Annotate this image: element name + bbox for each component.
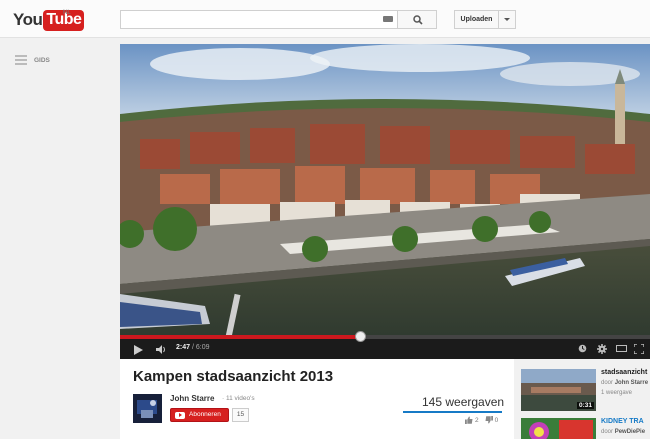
related-views: 1 weergave [601, 390, 633, 396]
channel-video-count[interactable]: · 11 video's [222, 395, 255, 402]
related-channel-name[interactable]: John Starre [615, 380, 648, 386]
fullscreen-icon[interactable] [634, 344, 644, 354]
related-video-item[interactable]: KIDNEY TRA door PewDiePie [521, 418, 650, 439]
region-label: NL [63, 10, 71, 16]
dislike-count: 0 [494, 416, 499, 424]
keyboard-icon[interactable] [383, 16, 393, 22]
video-frame[interactable] [120, 44, 650, 339]
guide-label: GIDS [34, 56, 50, 64]
watch-later-icon[interactable] [578, 344, 587, 353]
subscribe-label: Abonneren [189, 411, 221, 418]
menu-icon [15, 55, 27, 65]
gear-icon[interactable] [597, 344, 607, 354]
related-video-item[interactable]: 0:31 stadsaanzicht door John Starre 1 we… [521, 369, 650, 411]
youtube-play-icon [175, 412, 185, 419]
related-title[interactable]: stadsaanzicht [601, 369, 647, 376]
progress-bar[interactable] [120, 331, 650, 342]
upload-button[interactable]: Uploaden [454, 10, 499, 29]
related-title[interactable]: KIDNEY TRA [601, 418, 644, 425]
avatar-image [133, 394, 162, 423]
video-info-panel: Kampen stadsaanzicht 2013 John Starre · … [120, 359, 514, 439]
video-duration: 0:31 [576, 402, 594, 409]
like-count: 2 [475, 416, 479, 424]
thumbnail-image [521, 418, 596, 439]
like-ratio-bar [403, 411, 502, 413]
related-by-prefix: door [601, 429, 614, 435]
subscriber-count: 15 [232, 408, 249, 422]
logo-you: You [13, 10, 43, 29]
channel-name-link[interactable]: John Starre [170, 394, 214, 403]
related-channel: door PewDiePie [601, 429, 645, 435]
play-icon[interactable] [134, 345, 143, 355]
video-player[interactable]: 2:47 / 6:09 [120, 44, 650, 359]
related-by-prefix: door [601, 380, 614, 386]
masthead: You Tube NL Uploaden [0, 0, 650, 38]
thumbs-down-icon[interactable] [485, 416, 493, 424]
thumbs-up-icon[interactable] [465, 416, 473, 424]
theater-mode-icon[interactable] [616, 344, 627, 353]
search-input[interactable] [120, 10, 397, 29]
video-title: Kampen stadsaanzicht 2013 [133, 368, 334, 385]
volume-icon[interactable] [156, 345, 167, 354]
search-button[interactable] [397, 10, 437, 29]
subscribe-button[interactable]: Abonneren [170, 408, 229, 422]
guide-button[interactable]: GIDS [15, 55, 50, 65]
view-count: 145 weergaven [422, 395, 505, 409]
player-controls: 2:47 / 6:09 [120, 331, 650, 359]
scrubber-handle[interactable] [354, 331, 366, 342]
time-display: 2:47 / 6:09 [176, 344, 209, 351]
related-channel-name[interactable]: PewDiePie [615, 429, 645, 435]
total-time: 6:09 [195, 344, 210, 351]
youtube-logo[interactable]: You Tube [13, 9, 85, 31]
related-thumbnail[interactable] [521, 418, 596, 439]
video-count-text: 11 video's [225, 395, 255, 402]
current-time: 2:47 [176, 344, 191, 351]
upload-menu-chevron-down-icon[interactable] [498, 10, 516, 29]
channel-avatar[interactable] [133, 394, 162, 423]
search-icon [413, 15, 423, 25]
progress-played [120, 335, 360, 339]
related-channel: door John Starre [601, 380, 648, 386]
related-thumbnail[interactable]: 0:31 [521, 369, 596, 411]
likes-row: 2 0 [465, 416, 504, 424]
